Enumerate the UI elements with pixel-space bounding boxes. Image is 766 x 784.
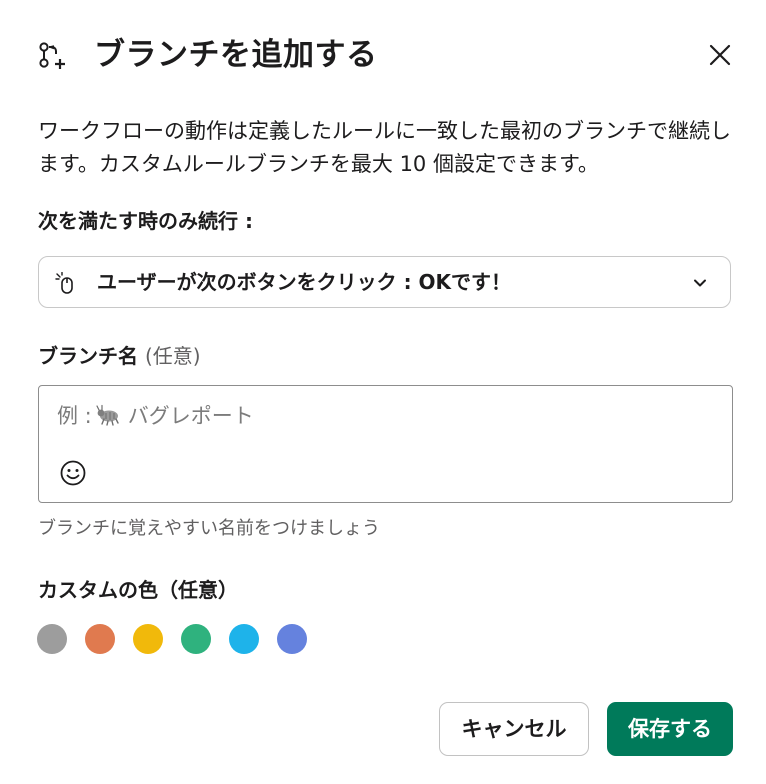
color-swatch-gray[interactable] [37, 624, 67, 654]
branch-add-icon [39, 42, 65, 69]
mouse-click-icon [55, 272, 73, 294]
emoji-icon[interactable] [59, 459, 87, 487]
branch-name-label-text: ブランチ名 [38, 344, 138, 368]
color-swatch-orange[interactable] [85, 624, 115, 654]
color-swatch-green[interactable] [181, 624, 211, 654]
save-button[interactable]: 保存する [607, 702, 733, 756]
close-icon[interactable] [702, 37, 738, 73]
custom-color-optional: （任意） [158, 578, 238, 602]
placeholder-text: バグレポート [127, 404, 254, 428]
color-swatch-yellow[interactable] [133, 624, 163, 654]
condition-select[interactable]: ユーザーが次のボタンをクリック : OKです！ [38, 256, 731, 308]
branch-name-label: ブランチ名 (任意) [38, 342, 201, 370]
chevron-down-icon [694, 279, 706, 287]
dialog-title: ブランチを追加する [94, 37, 378, 73]
branch-name-input[interactable]: 例 : バグレポート [38, 385, 733, 503]
branch-name-placeholder: 例 : バグレポート [57, 400, 254, 432]
dialog-description: ワークフローの動作は定義したルールに一致した最初のブランチで継続します。カスタム… [38, 119, 731, 176]
condition-label: 次を満たす時のみ続行 : [38, 209, 253, 233]
branch-name-optional: (任意) [144, 344, 201, 368]
custom-color-label-text: カスタムの色 [38, 578, 158, 602]
bug-icon [96, 404, 119, 426]
add-branch-dialog: ブランチを追加する ワークフローの動作は定義したルールに一致した最初のブランチで… [0, 0, 766, 784]
dialog-header: ブランチを追加する [38, 33, 738, 79]
condition-selected-value: ユーザーが次のボタンをクリック : OKです！ [97, 270, 512, 294]
color-swatch-blue[interactable] [229, 624, 259, 654]
branch-name-hint: ブランチに覚えやすい名前をつけましょう [38, 518, 380, 539]
cancel-button[interactable]: キャンセル [439, 702, 589, 756]
color-swatch-indigo[interactable] [277, 624, 307, 654]
custom-color-label: カスタムの色（任意） [38, 576, 238, 604]
placeholder-prefix: 例 : [57, 404, 92, 428]
